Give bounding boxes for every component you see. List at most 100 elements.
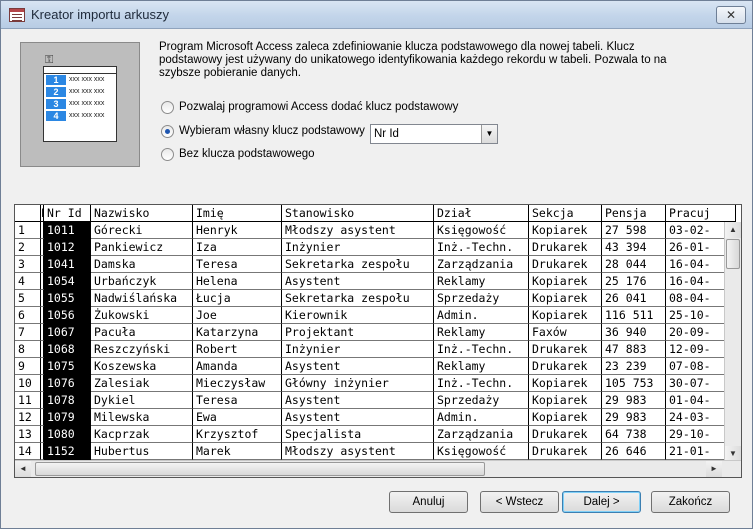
- table-cell: Joe: [193, 307, 282, 324]
- table-cell: Nadwiślańska: [91, 290, 193, 307]
- vertical-scrollbar[interactable]: ▲ ▼: [724, 222, 741, 462]
- key-column-cell: 1041: [44, 256, 91, 273]
- cancel-button[interactable]: Anuluj: [389, 491, 468, 513]
- option-label: Pozwalaj programowi Access dodać klucz p…: [179, 101, 459, 113]
- back-button[interactable]: < Wstecz: [480, 491, 559, 513]
- primary-key-illustration: ⚿ 1 xxx xxx xxx 2 xxx xxx xxx 3 xxx xxx xxx…: [20, 42, 140, 167]
- table-cell: Koszewska: [91, 358, 193, 375]
- row-number: 1: [15, 222, 41, 239]
- row-number: 11: [15, 392, 41, 409]
- table-cell: Milewska: [91, 409, 193, 426]
- table-cell: Zarządzania: [434, 426, 529, 443]
- table-cell: Kopiarek: [529, 222, 602, 239]
- table-cell: Drukarek: [529, 443, 602, 460]
- row-number: 13: [15, 426, 41, 443]
- table-cell: Helena: [193, 273, 282, 290]
- column-header[interactable]: Dział: [434, 205, 529, 222]
- row-number: 10: [15, 375, 41, 392]
- table-cell: Drukarek: [529, 358, 602, 375]
- key-column-cell: 1152: [44, 443, 91, 460]
- table-cell: Specjalista: [282, 426, 434, 443]
- key-column-cell: 1076: [44, 375, 91, 392]
- scroll-up-icon[interactable]: ▲: [725, 222, 741, 238]
- key-field-dropdown[interactable]: Nr Id ▼: [370, 124, 498, 144]
- table-cell: 25 176: [602, 273, 666, 290]
- close-button[interactable]: ✕: [716, 6, 746, 24]
- table-cell: Admin.: [434, 409, 529, 426]
- table-cell: Pacuła: [91, 324, 193, 341]
- option-choose-own-key[interactable]: Wybieram własny klucz podstawowy: [161, 123, 365, 139]
- grid-header-row: PNr IdNazwiskoImięStanowiskoDziałSekcjaP…: [15, 205, 736, 222]
- table-cell: Drukarek: [529, 426, 602, 443]
- radio-button[interactable]: [161, 100, 174, 114]
- table-cell: Kopiarek: [529, 273, 602, 290]
- column-header[interactable]: Nr Id: [44, 205, 91, 222]
- table-cell: Reklamy: [434, 358, 529, 375]
- table-cell: Henryk: [193, 222, 282, 239]
- table-cell: Robert: [193, 341, 282, 358]
- column-header[interactable]: Imię: [193, 205, 282, 222]
- radio-button[interactable]: [161, 147, 174, 161]
- horizontal-scrollbar[interactable]: ◄ ►: [15, 460, 741, 477]
- table-cell: Kierownik: [282, 307, 434, 324]
- table-cell: Sekretarka zespołu: [282, 290, 434, 307]
- table-cell: Reklamy: [434, 273, 529, 290]
- key-column-cell: 1068: [44, 341, 91, 358]
- table-cell: 29 983: [602, 392, 666, 409]
- table-cell: Księgowość: [434, 222, 529, 239]
- option-label: Bez klucza podstawowego: [179, 148, 315, 160]
- row-number: 14: [15, 443, 41, 460]
- table-cell: Inżynier: [282, 341, 434, 358]
- table-cell: Marek: [193, 443, 282, 460]
- data-preview-grid[interactable]: PNr IdNazwiskoImięStanowiskoDziałSekcjaP…: [14, 204, 742, 478]
- vertical-scroll-thumb[interactable]: [726, 239, 740, 269]
- table-cell: Kacprzak: [91, 426, 193, 443]
- key-column-cell: 1056: [44, 307, 91, 324]
- import-wizard-window: Kreator importu arkuszy ✕ ⚿ 1 xxx xxx xxx…: [0, 0, 753, 529]
- next-button[interactable]: Dalej >: [562, 491, 641, 513]
- horizontal-scroll-thumb[interactable]: [35, 462, 485, 476]
- column-header[interactable]: Stanowisko: [282, 205, 434, 222]
- column-header[interactable]: Sekcja: [529, 205, 602, 222]
- table-cell: Urbańczyk: [91, 273, 193, 290]
- table-cell: 27 598: [602, 222, 666, 239]
- table-cell: 116 511: [602, 307, 666, 324]
- table-cell: Katarzyna: [193, 324, 282, 341]
- mini-table-icon: 1 xxx xxx xxx 2 xxx xxx xxx 3 xxx xxx xxx 4…: [43, 66, 117, 142]
- table-cell: Kopiarek: [529, 290, 602, 307]
- grid-corner-cell: [15, 205, 41, 222]
- scroll-left-icon[interactable]: ◄: [15, 461, 31, 477]
- table-cell: 64 738: [602, 426, 666, 443]
- row-number: 9: [15, 358, 41, 375]
- table-cell: Sprzedaży: [434, 290, 529, 307]
- table-cell: Hubertus: [91, 443, 193, 460]
- row-number: 2: [15, 239, 41, 256]
- table-cell: 47 883: [602, 341, 666, 358]
- dropdown-arrow-icon[interactable]: ▼: [481, 125, 497, 143]
- scroll-right-icon[interactable]: ►: [706, 461, 722, 477]
- table-cell: Teresa: [193, 392, 282, 409]
- finish-button[interactable]: Zakończ: [651, 491, 730, 513]
- radio-button-selected[interactable]: [161, 124, 174, 138]
- option-no-key[interactable]: Bez klucza podstawowego: [161, 146, 315, 162]
- table-cell: Drukarek: [529, 256, 602, 273]
- title-bar[interactable]: Kreator importu arkuszy ✕: [1, 1, 752, 29]
- table-cell: Sekretarka zespołu: [282, 256, 434, 273]
- table-cell: Kopiarek: [529, 375, 602, 392]
- table-cell: Łucja: [193, 290, 282, 307]
- table-cell: Inż.-Techn.: [434, 341, 529, 358]
- table-cell: Inż.-Techn.: [434, 375, 529, 392]
- column-header[interactable]: Pracuj: [666, 205, 736, 222]
- table-cell: Reszczyński: [91, 341, 193, 358]
- option-access-adds-key[interactable]: Pozwalaj programowi Access dodać klucz p…: [161, 99, 458, 115]
- table-cell: Zalesiak: [91, 375, 193, 392]
- table-cell: 29 983: [602, 409, 666, 426]
- column-header[interactable]: Nazwisko: [91, 205, 193, 222]
- table-cell: Mieczysław: [193, 375, 282, 392]
- row-number: 7: [15, 324, 41, 341]
- column-header[interactable]: Pensja: [602, 205, 666, 222]
- table-cell: Żukowski: [91, 307, 193, 324]
- table-cell: 28 044: [602, 256, 666, 273]
- table-cell: Inż.-Techn.: [434, 239, 529, 256]
- table-cell: 23 239: [602, 358, 666, 375]
